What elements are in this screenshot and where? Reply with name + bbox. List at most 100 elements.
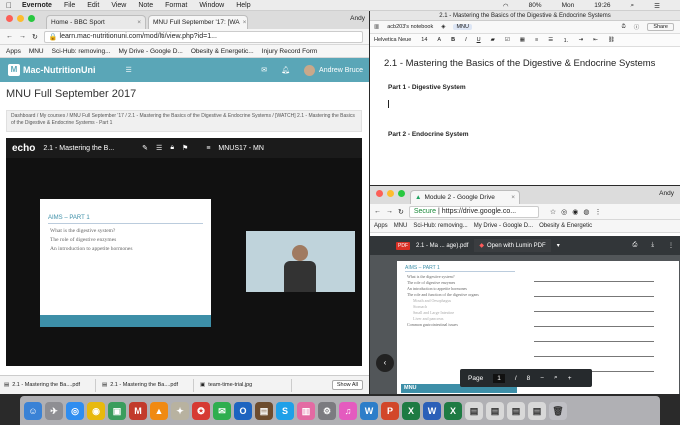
app-icon[interactable]: ✪ (192, 401, 210, 420)
skype-icon[interactable]: S (276, 401, 294, 420)
bookmark-apps[interactable]: Apps (6, 48, 21, 55)
video-player[interactable]: echo 2.1 - Mastering the B... ✎ ☰ 🔒︎ ⚑ ≡… (6, 138, 362, 366)
italic-icon[interactable]: I (465, 37, 467, 43)
menu-view[interactable]: View (111, 2, 126, 9)
open-with-button[interactable]: ◆ Open with Lumin PDF (474, 239, 551, 252)
extension-icon[interactable]: ◉ (572, 208, 578, 216)
url-input[interactable]: 🔒 learn.mac-nutritionuni.com/mod/lti/vie… (43, 30, 363, 43)
table-icon[interactable]: ▦ (520, 37, 525, 43)
lock-icon[interactable]: 🔒︎ (170, 144, 174, 152)
document-icon[interactable]: ▤ (486, 401, 504, 420)
finder-icon[interactable]: ☺ (24, 401, 42, 420)
excel-icon[interactable]: X (402, 401, 420, 420)
reload-icon[interactable]: ↻ (398, 208, 404, 216)
launchpad-icon[interactable]: ✈ (45, 401, 63, 420)
zoom-icon[interactable]: ⌕ (554, 374, 558, 382)
bookmark-scihub[interactable]: Sci-Hub: removing... (413, 223, 467, 229)
numbers-icon[interactable]: ⒈ (563, 36, 569, 44)
bookmark-mnu[interactable]: MNU (29, 48, 44, 55)
bookmark-mnu[interactable]: MNU (394, 223, 408, 229)
mail-icon[interactable]: M (129, 401, 147, 420)
forward-icon[interactable]: → (19, 33, 26, 40)
bookmark-scihub[interactable]: Sci-Hub: removing... (52, 48, 111, 55)
previous-file-button[interactable]: ‹ (376, 354, 394, 372)
tab-mnu[interactable]: MNU Full September '17: [WA × (148, 15, 248, 29)
align-icon[interactable]: ≡ (535, 37, 538, 43)
tab-bbc[interactable]: Home - BBC Sport × (46, 15, 146, 29)
bookmark-apps[interactable]: Apps (374, 223, 388, 229)
minimize-window-button[interactable] (387, 190, 394, 197)
breadcrumb[interactable]: Dashboard / My courses / MNU Full Septem… (6, 110, 362, 132)
bookmark-obesity[interactable]: Obesity & Energetic... (191, 48, 254, 55)
menu-list-icon[interactable]: ☰ (654, 2, 660, 10)
menu-edit[interactable]: Edit (87, 2, 99, 9)
note-heading-part2[interactable]: Part 2 - Endocrine System (388, 131, 469, 138)
list-icon[interactable]: ☰ (156, 144, 162, 152)
info-icon[interactable]: ⓘ (634, 23, 640, 31)
avatar[interactable] (304, 64, 316, 76)
clock-time[interactable]: 19:26 (594, 2, 610, 9)
document-icon[interactable]: ▤ (528, 401, 546, 420)
print-icon[interactable]: ⎙ (633, 242, 638, 249)
powerpoint-icon[interactable]: P (381, 401, 399, 420)
close-window-button[interactable] (376, 190, 383, 197)
extension-icon[interactable]: ◎ (561, 208, 567, 216)
url-input[interactable]: Secure | https://drive.google.co... (408, 205, 539, 218)
bookmark-injury[interactable]: Injury Record Form (262, 48, 318, 55)
user-name[interactable]: Andrew Bruce (319, 67, 363, 74)
profile-name[interactable]: Andy (659, 190, 674, 197)
zoom-out-icon[interactable]: − (540, 375, 544, 382)
underline-icon[interactable]: U (477, 37, 481, 43)
menu-note[interactable]: Note (138, 2, 153, 9)
menu-window[interactable]: Window (199, 2, 224, 9)
battery-level[interactable]: 80% (529, 2, 542, 9)
menu-dots-icon[interactable]: ⋮ (594, 208, 601, 216)
reminder-icon[interactable]: ⏰︎ (622, 24, 626, 31)
document-icon[interactable]: ▤ (507, 401, 525, 420)
minimize-window-button[interactable] (17, 15, 24, 22)
note-title[interactable]: 2.1 - Mastering the Basics of the Digest… (384, 58, 655, 69)
safari-icon[interactable]: ◎ (66, 401, 84, 420)
messages-icon[interactable]: ✉ (213, 401, 231, 420)
clock-day[interactable]: Mon (562, 2, 575, 9)
wifi-icon[interactable]: ◠ (503, 2, 509, 10)
menu-help[interactable]: Help (236, 2, 250, 9)
download-item[interactable]: ▤ 2.1 - Mastering the Ba....pdf (4, 378, 96, 392)
app-icon[interactable]: ▣ (108, 401, 126, 420)
show-all-button[interactable]: Show All (331, 380, 363, 390)
size-select[interactable]: 14 (421, 37, 427, 43)
word-icon[interactable]: W (423, 401, 441, 420)
extension-icon[interactable]: ◍ (583, 208, 589, 216)
indent-icon[interactable]: ⇥ (579, 37, 584, 43)
forward-icon[interactable]: → (386, 208, 393, 215)
app-icon[interactable]: ✦ (171, 401, 189, 420)
close-icon[interactable]: × (137, 19, 141, 26)
apple-icon[interactable]:  (6, 1, 12, 10)
search-icon[interactable]: ⌕ (631, 2, 635, 10)
bookmark-obesity[interactable]: Obesity & Energetic (539, 223, 592, 229)
bold-icon[interactable]: B (451, 37, 455, 43)
itunes-icon[interactable]: ♫ (339, 401, 357, 420)
link-icon[interactable]: ⛓ (608, 37, 615, 43)
vlc-icon[interactable]: ▲ (150, 401, 168, 420)
close-window-button[interactable] (6, 15, 13, 22)
zoom-window-button[interactable] (28, 15, 35, 22)
app-icon[interactable]: ▤ (255, 401, 273, 420)
app-icon[interactable]: ▥ (297, 401, 315, 420)
highlight-icon[interactable]: ▰ (491, 37, 495, 43)
profile-name[interactable]: Andy (350, 15, 365, 22)
document-icon[interactable]: ▤ (465, 401, 483, 420)
tab-drive[interactable]: ▲ Module 2 - Google Drive × (410, 190, 520, 204)
settings-icon[interactable]: ⚙ (318, 401, 336, 420)
download-icon[interactable]: ⤓ (651, 242, 654, 249)
edit-icon[interactable]: ✎ (142, 144, 148, 152)
close-icon[interactable]: × (511, 194, 515, 201)
mail-icon[interactable]: ✉ (261, 66, 267, 74)
star-icon[interactable]: ☆ (550, 208, 556, 216)
back-icon[interactable]: ← (374, 208, 381, 215)
back-icon[interactable]: ← (6, 33, 13, 40)
reload-icon[interactable]: ↻ (32, 33, 38, 41)
bookmark-drive[interactable]: My Drive - Google D... (119, 48, 183, 55)
checkbox-icon[interactable]: ☑ (505, 37, 510, 43)
flag-icon[interactable]: ⚑ (182, 144, 188, 152)
